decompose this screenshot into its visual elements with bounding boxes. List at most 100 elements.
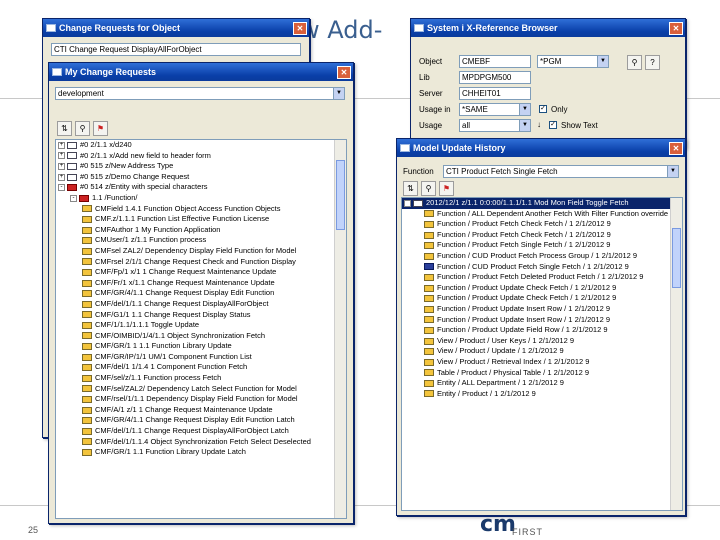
tree-row[interactable]: CMF/GR/4/1.1 Change Request Display Edit…: [56, 415, 346, 426]
history-row[interactable]: Function / Product Update Check Fetch / …: [402, 283, 682, 294]
scroll-thumb[interactable]: [672, 228, 681, 288]
usage-in-select[interactable]: *SAME ▼: [459, 103, 531, 116]
tree-row[interactable]: CMF/del/1/1.1 Change Request DisplayAllF…: [56, 299, 346, 310]
download-icon[interactable]: ↓: [537, 120, 541, 129]
server-input[interactable]: CHHEIT01: [459, 87, 531, 100]
scroll-thumb[interactable]: [336, 160, 345, 230]
tree-row[interactable]: CMF/del/1 1/1.4 1 Component Function Fet…: [56, 362, 346, 373]
close-icon[interactable]: ✕: [669, 21, 683, 35]
history-row[interactable]: Function / Product Fetch Check Fetch / 1…: [402, 219, 682, 230]
tree-row[interactable]: + #0 515 z/Demo Change Request: [56, 172, 346, 183]
history-row[interactable]: Function / Product Fetch Check Fetch / 1…: [402, 230, 682, 241]
history-row-label: Function / Product Update Check Fetch / …: [437, 282, 617, 292]
show-text-checkbox[interactable]: ✓: [549, 121, 557, 129]
title-bar[interactable]: My Change Requests ✕: [49, 63, 353, 81]
history-row[interactable]: Function / ALL Dependent Another Fetch W…: [402, 209, 682, 220]
title-bar[interactable]: System i X-Reference Browser ✕: [411, 19, 685, 37]
tree-row[interactable]: CMFrsel 2/1/1 Change Request Check and F…: [56, 257, 346, 268]
tree-row[interactable]: + #0 515 z/New Address Type: [56, 161, 346, 172]
vertical-scrollbar[interactable]: [670, 198, 682, 510]
find-icon[interactable]: ⚲: [421, 181, 436, 196]
tree-row[interactable]: CMF/Fr/1 x/1.1 Change Request Maintenanc…: [56, 278, 346, 289]
collapse-icon[interactable]: -: [58, 184, 65, 192]
history-row[interactable]: View / Product / Update / 1 2/1/2012 9: [402, 346, 682, 357]
tree-row[interactable]: CMF/del/1/1.1 Change Request DisplayAllF…: [56, 426, 346, 437]
tree-row[interactable]: CMF/del/1/1.1.4 Object Synchronization F…: [56, 437, 346, 448]
history-row[interactable]: Function / CUD Product Fetch Single Fetc…: [402, 262, 682, 273]
only-checkbox[interactable]: ✓: [539, 105, 547, 113]
collapse-icon[interactable]: -: [70, 194, 77, 202]
close-icon[interactable]: ✕: [293, 21, 307, 35]
tree-row[interactable]: CMFAuthor 1 My Function Application: [56, 225, 346, 236]
history-row-label: Function / CUD Product Fetch Single Fetc…: [437, 261, 629, 271]
tree-row[interactable]: - #0 514 z/Entity with special characters: [56, 182, 346, 193]
chevron-down-icon[interactable]: ▼: [597, 56, 608, 67]
tree-row[interactable]: + #0 2/1.1 x/d240: [56, 140, 346, 151]
tree-row[interactable]: CMUser/1 z/1.1 Function process: [56, 235, 346, 246]
object-field[interactable]: CTI Change Request DisplayAllForObject: [51, 43, 301, 56]
tree-row[interactable]: CMF/sel/z/1.1 Function process Fetch: [56, 373, 346, 384]
object-type-select[interactable]: *PGM ▼: [537, 55, 609, 68]
history-row[interactable]: Function / CUD Product Fetch Process Gro…: [402, 251, 682, 262]
history-row[interactable]: Function / Product Update Insert Row / 1…: [402, 315, 682, 326]
chevron-down-icon[interactable]: ▼: [519, 120, 530, 131]
search-icon[interactable]: ⚲: [627, 55, 642, 70]
expand-icon[interactable]: +: [58, 141, 65, 149]
history-row[interactable]: Entity / Product / 1 2/1/2012 9: [402, 389, 682, 400]
object-input[interactable]: CMEBF: [459, 55, 531, 68]
tree-row[interactable]: CMF/G1/1 1.1 Change Request Display Stat…: [56, 310, 346, 321]
flag-icon[interactable]: ⚑: [93, 121, 108, 136]
tree-row[interactable]: CMF/OIMBID/1/4/1.1 Object Synchronizatio…: [56, 331, 346, 342]
tree-row[interactable]: - 1.1 /Function/: [56, 193, 346, 204]
history-row[interactable]: Function / Product Update Field Row / 1 …: [402, 325, 682, 336]
tree-row[interactable]: CMField 1.4.1 Function Object Access Fun…: [56, 204, 346, 215]
tree-row[interactable]: CMF/GR/4/1.1 Change Request Display Edit…: [56, 288, 346, 299]
tree-row[interactable]: CMF/GR/1 1 1.1 Function Library Update: [56, 341, 346, 352]
title-bar[interactable]: Model Update History ✕: [397, 139, 685, 157]
vertical-scrollbar[interactable]: [334, 140, 346, 518]
tree-row[interactable]: CMF/1/1.1/1.1.1 Toggle Update: [56, 320, 346, 331]
function-select[interactable]: CTI Product Fetch Single Fetch ▼: [443, 165, 679, 178]
tree-row[interactable]: CMF/Fp/1 x/1 1 Change Request Maintenanc…: [56, 267, 346, 278]
refresh-icon[interactable]: ⇅: [57, 121, 72, 136]
expand-icon[interactable]: +: [58, 162, 65, 170]
tree-row[interactable]: CMF/A/1 z/1 1 Change Request Maintenance…: [56, 405, 346, 416]
flag-icon[interactable]: ⚑: [439, 181, 454, 196]
close-icon[interactable]: ✕: [337, 65, 351, 79]
close-icon[interactable]: ✕: [669, 141, 683, 155]
tree-row[interactable]: CMF/GR/1 1.1 Function Library Update Lat…: [56, 447, 346, 458]
slide-title: w Add-: [300, 16, 383, 44]
help-icon[interactable]: ?: [645, 55, 660, 70]
tree-row[interactable]: + #0 2/1.1 x/Add new field to header form: [56, 151, 346, 162]
expand-icon[interactable]: +: [58, 152, 65, 160]
model-update-history-window: Model Update History ✕ Function CTI Prod…: [396, 138, 686, 516]
find-icon[interactable]: ⚲: [75, 121, 90, 136]
title-bar[interactable]: Change Requests for Object ✕: [43, 19, 309, 37]
tree-row[interactable]: CMF/rsel/1/1.1 Dependency Display Field …: [56, 394, 346, 405]
tree-row[interactable]: CMF/GR/IP/1/1 UM/1 Component Function Li…: [56, 352, 346, 363]
refresh-icon[interactable]: ⇅: [403, 181, 418, 196]
history-row[interactable]: Table / Product / Physical Table / 1 2/1…: [402, 368, 682, 379]
history-row[interactable]: Function / Product Fetch Deleted Product…: [402, 272, 682, 283]
update-history-tree[interactable]: - 2012/12/1 z/1.1 0:0:00/1.1.1/1.1 Mod M…: [401, 197, 683, 511]
lib-input[interactable]: MPDPGM500: [459, 71, 531, 84]
chevron-down-icon[interactable]: ▼: [519, 104, 530, 115]
history-row[interactable]: Function / Product Update Insert Row / 1…: [402, 304, 682, 315]
history-row[interactable]: Function / Product Fetch Single Fetch / …: [402, 240, 682, 251]
change-request-icon: [67, 173, 77, 181]
collapse-icon[interactable]: -: [404, 199, 411, 207]
history-row[interactable]: View / Product / Retrieval Index / 1 2/1…: [402, 357, 682, 368]
change-request-tree[interactable]: + #0 2/1.1 x/d240 + #0 2/1.1 x/Add new fiel…: [55, 139, 347, 519]
history-row[interactable]: Function / Product Update Check Fetch / …: [402, 293, 682, 304]
tree-row[interactable]: CMF/sel/ZAL2/ Dependency Latch Select Fu…: [56, 384, 346, 395]
selected-history-row[interactable]: - 2012/12/1 z/1.1 0:0:00/1.1.1/1.1 Mod M…: [402, 198, 682, 209]
tree-row[interactable]: CMF.z/1.1.1 Function List Effective Func…: [56, 214, 346, 225]
chevron-down-icon[interactable]: ▼: [667, 166, 678, 177]
filter-select[interactable]: development ▼: [55, 87, 345, 100]
history-row[interactable]: Entity / ALL Department / 1 2/1/2012 9: [402, 378, 682, 389]
tree-row[interactable]: CMFsel ZAL2/ Dependency Display Field Fu…: [56, 246, 346, 257]
usage-select[interactable]: all ▼: [459, 119, 531, 132]
chevron-down-icon[interactable]: ▼: [333, 88, 344, 99]
expand-icon[interactable]: +: [58, 173, 65, 181]
history-row[interactable]: View / Product / User Keys / 1 2/1/2012 …: [402, 336, 682, 347]
